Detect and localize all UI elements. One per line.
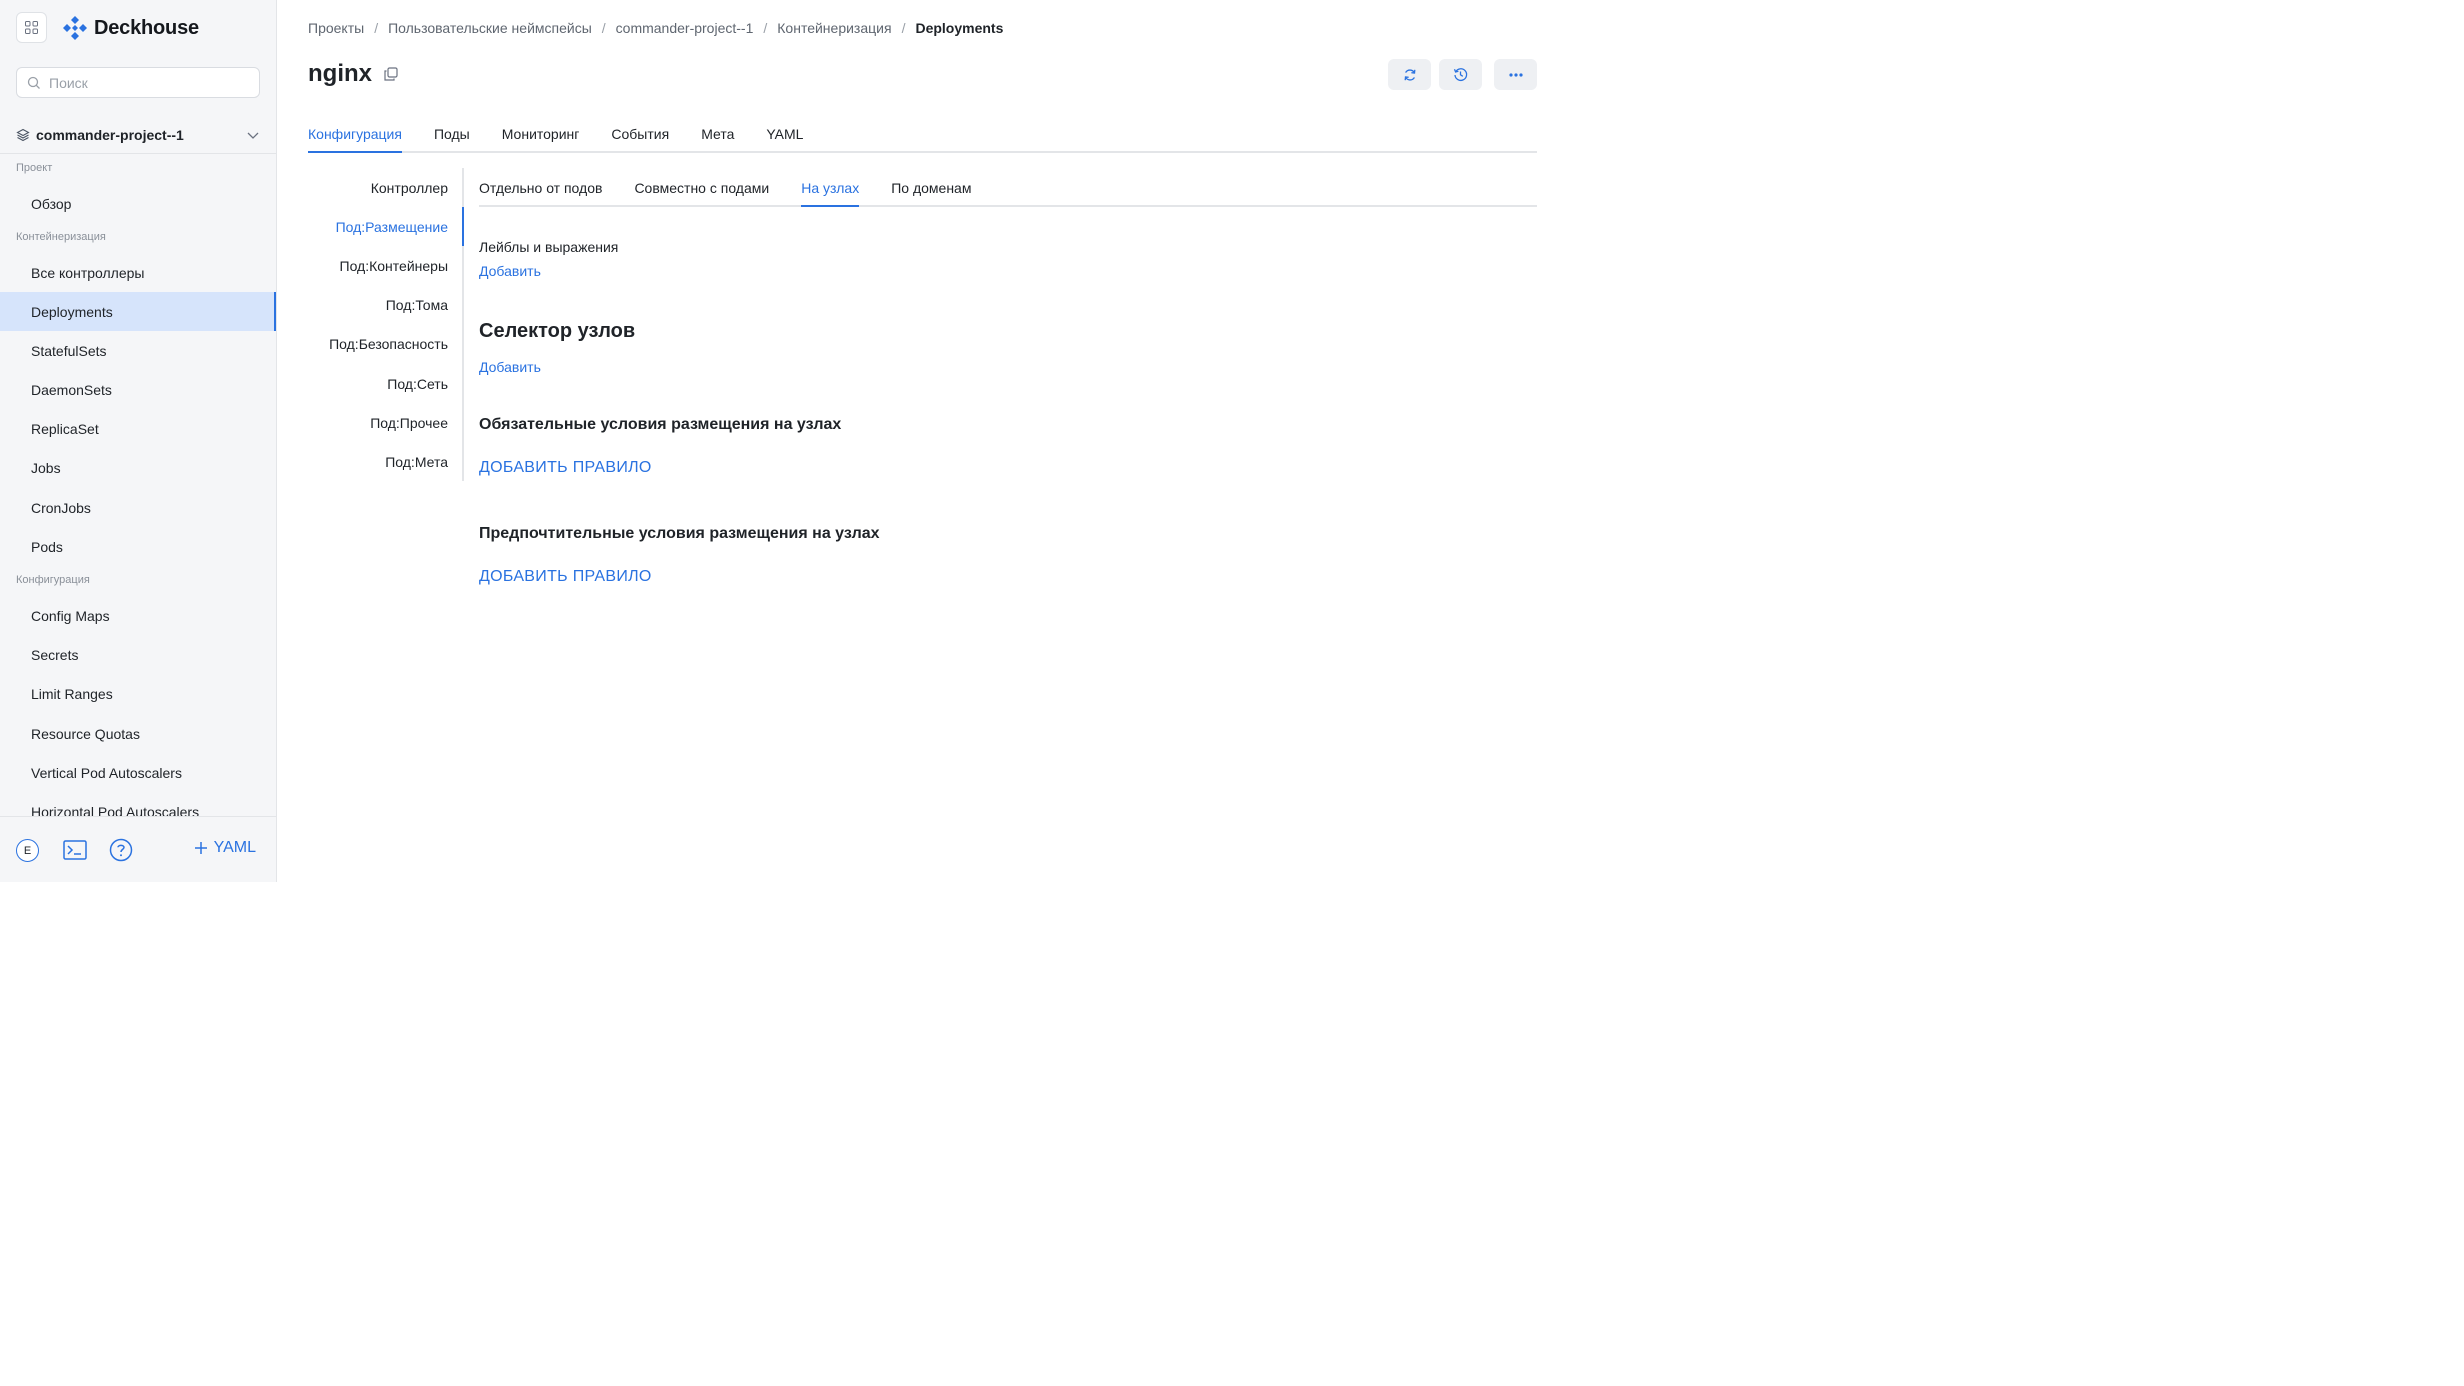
placement-subtabs: Отдельно от подов Совместно с подами На … xyxy=(479,174,1537,207)
subnav-pod-containers[interactable]: Под:Контейнеры xyxy=(340,258,449,274)
project-name: commander-project--1 xyxy=(36,126,184,143)
sidebar-item-statefulsets[interactable]: StatefulSets xyxy=(0,331,276,370)
page-header: nginx xyxy=(308,60,398,88)
create-yaml-label: YAML xyxy=(213,839,256,856)
sidebar-item-all-controllers[interactable]: Все контроллеры xyxy=(0,253,276,292)
breadcrumb: Проекты / Пользовательские неймспейсы / … xyxy=(308,20,1003,36)
help-button[interactable] xyxy=(108,837,134,863)
preferred-rules-title: Предпочтительные условия размещения на у… xyxy=(479,525,880,542)
add-preferred-rule-button[interactable]: ДОБАВИТЬ ПРАВИЛО xyxy=(479,568,652,586)
more-actions-button[interactable] xyxy=(1494,59,1537,90)
terminal-button[interactable] xyxy=(62,837,88,863)
sidebar-item-limit-ranges[interactable]: Limit Ranges xyxy=(0,674,276,713)
tab-configuration[interactable]: Конфигурация xyxy=(308,120,402,153)
configuration-subnav: Контроллер Под:Размещение Под:Контейнеры… xyxy=(300,168,464,481)
subnav-active-indicator xyxy=(462,207,464,246)
refresh-icon xyxy=(1404,68,1415,81)
sidebar-section-configuration: Конфигурация xyxy=(16,574,90,586)
sidebar-item-config-maps[interactable]: Config Maps xyxy=(0,596,276,635)
sidebar-item-daemonsets[interactable]: DaemonSets xyxy=(0,370,276,409)
node-selector-title: Селектор узлов xyxy=(479,320,636,342)
sidebar-section-containerization: Контейнеризация xyxy=(16,231,106,243)
history-button[interactable] xyxy=(1439,59,1482,90)
page-title: nginx xyxy=(308,60,372,87)
sidebar-item-resource-quotas[interactable]: Resource Quotas xyxy=(0,714,276,753)
breadcrumb-containerization[interactable]: Контейнеризация xyxy=(777,20,891,36)
breadcrumb-separator: / xyxy=(601,20,606,36)
subtab-on-nodes[interactable]: На узлах xyxy=(801,174,860,207)
breadcrumb-projects[interactable]: Проекты xyxy=(308,20,364,36)
main-tabs: Конфигурация Поды Мониторинг События Мет… xyxy=(308,120,1537,153)
subnav-pod-other[interactable]: Под:Прочее xyxy=(370,415,448,431)
breadcrumb-separator: / xyxy=(901,20,906,36)
avatar[interactable]: E xyxy=(16,839,39,862)
deckhouse-logo-icon xyxy=(63,16,87,40)
more-horizontal-icon xyxy=(1508,72,1523,77)
chevron-down-icon xyxy=(247,132,259,139)
apps-grid-button[interactable] xyxy=(16,12,47,43)
sidebar-item-jobs[interactable]: Jobs xyxy=(0,448,276,487)
subnav-controller[interactable]: Контроллер xyxy=(371,180,448,196)
copy-icon[interactable] xyxy=(384,67,398,81)
search-box[interactable] xyxy=(16,67,260,98)
subnav-pod-meta[interactable]: Под:Мета xyxy=(385,454,448,470)
create-yaml-button[interactable]: YAML xyxy=(194,839,256,857)
subtab-affinity[interactable]: Совместно с подами xyxy=(634,174,769,207)
plus-icon xyxy=(194,842,207,854)
breadcrumb-current: Deployments xyxy=(915,20,1004,36)
tab-monitoring[interactable]: Мониторинг xyxy=(502,120,580,153)
subnav-pod-volumes[interactable]: Под:Тома xyxy=(386,297,448,313)
app-name: Deckhouse xyxy=(94,16,199,39)
subnav-pod-network[interactable]: Под:Сеть xyxy=(387,376,448,392)
sidebar-item-vertical-pod-autoscalers[interactable]: Vertical Pod Autoscalers xyxy=(0,753,276,792)
subtab-anti-affinity[interactable]: Отдельно от подов xyxy=(479,174,602,207)
add-label-link[interactable]: Добавить xyxy=(479,263,541,279)
add-required-rule-button[interactable]: ДОБАВИТЬ ПРАВИЛО xyxy=(479,459,652,477)
tab-pods[interactable]: Поды xyxy=(434,120,470,153)
sidebar-item-deployments[interactable]: Deployments xyxy=(0,292,276,331)
help-icon xyxy=(109,838,133,862)
project-selector[interactable]: commander-project--1 xyxy=(0,116,276,154)
sidebar: Deckhouse commander-project--1 Проект Об… xyxy=(0,0,277,882)
subnav-pod-security[interactable]: Под:Безопасность xyxy=(329,336,448,352)
subtab-by-domains[interactable]: По доменам xyxy=(891,174,971,207)
subnav-pod-placement[interactable]: Под:Размещение xyxy=(336,219,448,235)
tab-yaml[interactable]: YAML xyxy=(766,120,803,153)
refresh-button[interactable] xyxy=(1388,59,1431,90)
sidebar-footer: E YAML xyxy=(0,816,276,882)
sidebar-section-project: Проект xyxy=(16,162,53,174)
add-node-selector-link[interactable]: Добавить xyxy=(479,359,541,375)
breadcrumb-separator: / xyxy=(374,20,379,36)
search-input[interactable] xyxy=(49,74,239,91)
tab-events[interactable]: События xyxy=(611,120,669,153)
apps-grid-icon xyxy=(25,21,38,34)
breadcrumb-separator: / xyxy=(763,20,768,36)
labels-section-title: Лейблы и выражения xyxy=(479,239,619,255)
sidebar-item-overview[interactable]: Обзор xyxy=(0,184,276,223)
sidebar-item-secrets[interactable]: Secrets xyxy=(0,635,276,674)
search-icon xyxy=(27,76,40,89)
breadcrumb-user-namespaces[interactable]: Пользовательские неймспейсы xyxy=(388,20,592,36)
sidebar-item-cronjobs[interactable]: CronJobs xyxy=(0,488,276,527)
history-icon xyxy=(1453,68,1468,81)
app-logo[interactable]: Deckhouse xyxy=(62,13,199,43)
breadcrumb-project[interactable]: commander-project--1 xyxy=(616,20,754,36)
terminal-icon xyxy=(63,840,87,860)
required-rules-title: Обязательные условия размещения на узлах xyxy=(479,416,842,433)
sidebar-item-pods[interactable]: Pods xyxy=(0,527,276,566)
layers-icon xyxy=(16,128,30,141)
tab-meta[interactable]: Мета xyxy=(701,120,734,153)
sidebar-item-replicaset[interactable]: ReplicaSet xyxy=(0,409,276,448)
